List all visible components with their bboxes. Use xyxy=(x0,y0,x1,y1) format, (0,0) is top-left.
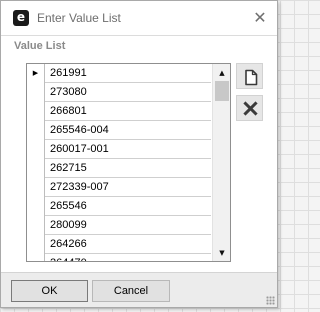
title-separator xyxy=(1,35,277,36)
enter-value-list-dialog: e Enter Value List ✕ Value List ▶ 261991 2… xyxy=(0,0,278,308)
row-value-cell[interactable]: 260017-001 xyxy=(50,140,109,159)
close-button[interactable]: ✕ xyxy=(250,8,270,28)
scroll-thumb[interactable] xyxy=(215,81,229,101)
row-header-cell[interactable] xyxy=(27,140,45,159)
value-list-grid[interactable]: ▶ 261991 273080 266801 265546-004 260017-001 2… xyxy=(26,63,231,262)
row-value-cell[interactable]: 262715 xyxy=(50,159,87,178)
scroll-up-arrow[interactable]: ▲ xyxy=(213,65,230,81)
row-value-cell[interactable]: 264266 xyxy=(50,235,87,254)
dialog-title: Enter Value List xyxy=(37,11,121,25)
row-value-cell[interactable]: 280099 xyxy=(50,216,87,235)
current-row-indicator[interactable]: ▶ xyxy=(27,64,45,83)
value-list-label: Value List xyxy=(14,40,66,52)
row-value-cell[interactable]: 272339-007 xyxy=(50,178,109,197)
row-header-cell[interactable] xyxy=(27,159,45,178)
app-logo-icon: e xyxy=(13,10,29,26)
scroll-down-arrow[interactable]: ▼ xyxy=(213,245,230,261)
grid-row[interactable]: 264266 xyxy=(27,235,211,254)
row-value-cell[interactable]: 265546-004 xyxy=(50,121,109,140)
dialog-footer: OK Cancel xyxy=(1,272,277,307)
row-header-cell[interactable] xyxy=(27,254,45,261)
grid-row[interactable]: 265546 xyxy=(27,197,211,216)
new-document-icon xyxy=(245,69,258,86)
row-value-cell[interactable]: 261991 xyxy=(50,64,87,83)
row-header-cell[interactable] xyxy=(27,197,45,216)
row-header-cell[interactable] xyxy=(27,83,45,102)
grid-row[interactable]: 264470 xyxy=(27,254,211,261)
new-value-button[interactable] xyxy=(236,63,263,89)
row-value-cell[interactable]: 266801 xyxy=(50,102,87,121)
cancel-button[interactable]: Cancel xyxy=(92,280,170,302)
grid-row[interactable]: 265546-004 xyxy=(27,121,211,140)
grid-row[interactable]: 262715 xyxy=(27,159,211,178)
grid-row[interactable]: 272339-007 xyxy=(27,178,211,197)
title-bar[interactable]: e Enter Value List ✕ xyxy=(1,1,277,35)
row-value-cell[interactable]: 273080 xyxy=(50,83,87,102)
grid-row[interactable]: 273080 xyxy=(27,83,211,102)
row-header-cell[interactable] xyxy=(27,121,45,140)
row-header-cell[interactable] xyxy=(27,178,45,197)
row-value-cell[interactable]: 264470 xyxy=(50,254,87,261)
delete-value-button[interactable] xyxy=(236,95,263,121)
row-header-cell[interactable] xyxy=(27,235,45,254)
row-header-cell[interactable] xyxy=(27,102,45,121)
vertical-scrollbar[interactable]: ▲ ▼ xyxy=(212,64,230,261)
row-header-cell[interactable] xyxy=(27,216,45,235)
grid-row[interactable]: ▶ 261991 xyxy=(27,64,211,83)
grid-row[interactable]: 280099 xyxy=(27,216,211,235)
ok-button[interactable]: OK xyxy=(11,280,88,302)
grid-row[interactable]: 260017-001 xyxy=(27,140,211,159)
delete-x-icon xyxy=(243,101,258,116)
resize-grip[interactable] xyxy=(266,296,275,305)
row-value-cell[interactable]: 265546 xyxy=(50,197,87,216)
grid-row[interactable]: 266801 xyxy=(27,102,211,121)
